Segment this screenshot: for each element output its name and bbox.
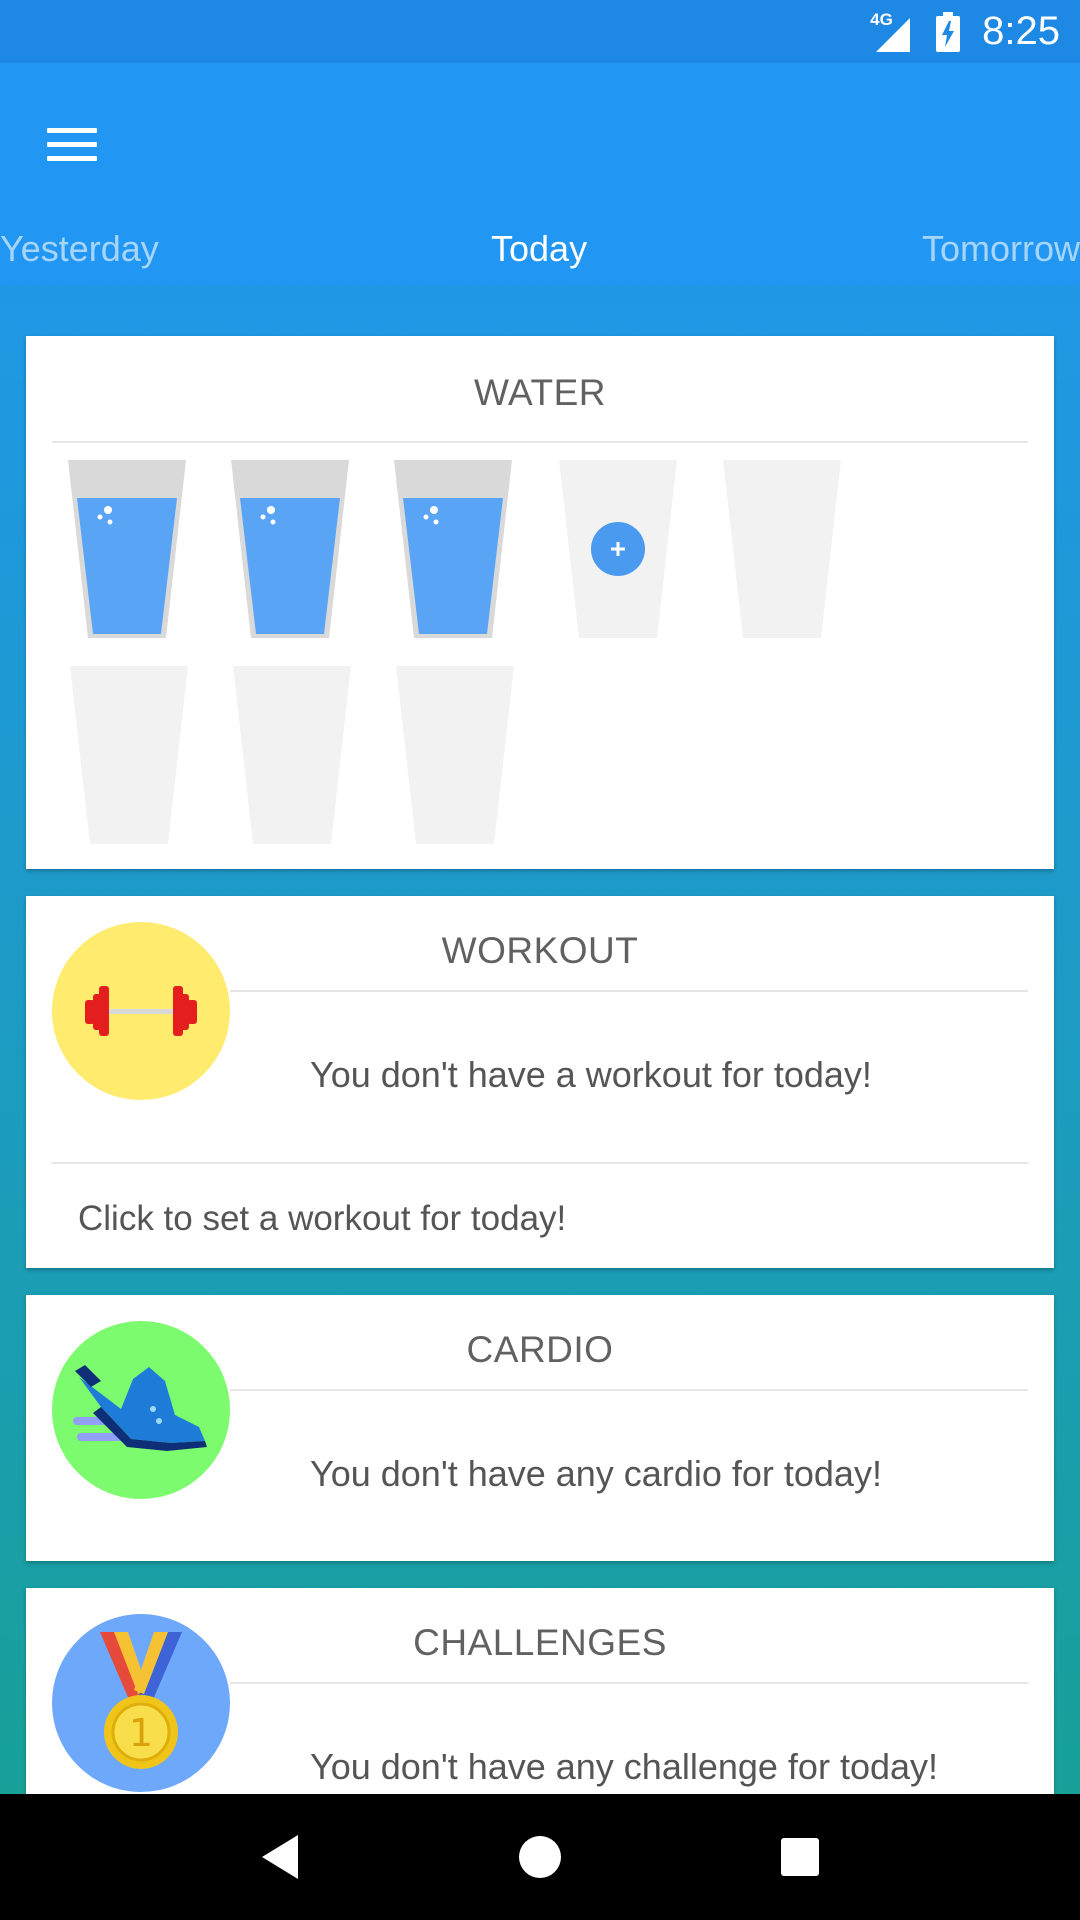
water-title: WATER (474, 372, 606, 413)
system-nav-bar (0, 1794, 1080, 1920)
hamburger-menu-icon[interactable] (36, 108, 108, 180)
water-glass-empty[interactable] (233, 666, 351, 844)
challenges-title: CHALLENGES (413, 1622, 667, 1663)
recents-square-icon[interactable] (760, 1817, 840, 1897)
cardio-card[interactable]: CARDIO You don't have any cardio for tod… (26, 1295, 1054, 1561)
water-card: WATER (26, 336, 1054, 869)
home-circle-icon[interactable] (500, 1817, 580, 1897)
cardio-title: CARDIO (466, 1329, 614, 1370)
tab-today[interactable]: Today (491, 228, 587, 270)
add-water-glass-button[interactable] (559, 460, 677, 638)
workout-empty-message: You don't have a workout for today! (310, 1054, 872, 1095)
app-bar: Yesterday Today Tomorrow (0, 63, 1080, 285)
water-glass-filled[interactable] (394, 460, 512, 638)
battery-charging-icon (936, 11, 961, 52)
water-glass-filled[interactable] (68, 460, 186, 638)
workout-card[interactable]: WORKOUT You don't have a workout for tod… (26, 896, 1054, 1268)
workout-title: WORKOUT (441, 930, 639, 971)
medal-number: 1 (129, 1711, 153, 1755)
challenges-title-divider (230, 1682, 1028, 1684)
tab-yesterday[interactable]: Yesterday (0, 228, 159, 270)
water-glass-filled[interactable] (231, 460, 349, 638)
status-bar: 4G 8:25 (0, 0, 1080, 63)
tab-tomorrow[interactable]: Tomorrow (922, 228, 1080, 270)
workout-action-divider (52, 1162, 1028, 1164)
back-triangle-icon[interactable] (240, 1817, 320, 1897)
workout-title-divider (230, 990, 1028, 992)
cardio-empty-message: You don't have any cardio for today! (310, 1453, 882, 1494)
water-glass-empty[interactable] (723, 460, 841, 638)
cardio-title-divider (230, 1389, 1028, 1391)
water-glass-empty[interactable] (70, 666, 188, 844)
water-glass-empty[interactable] (396, 666, 514, 844)
set-workout-link[interactable]: Click to set a workout for today! (78, 1199, 566, 1239)
clock: 8:25 (982, 9, 1060, 53)
signal-icon: 4G (870, 10, 914, 52)
water-divider (52, 441, 1028, 443)
challenges-empty-message: You don't have any challenge for today! (310, 1746, 939, 1787)
